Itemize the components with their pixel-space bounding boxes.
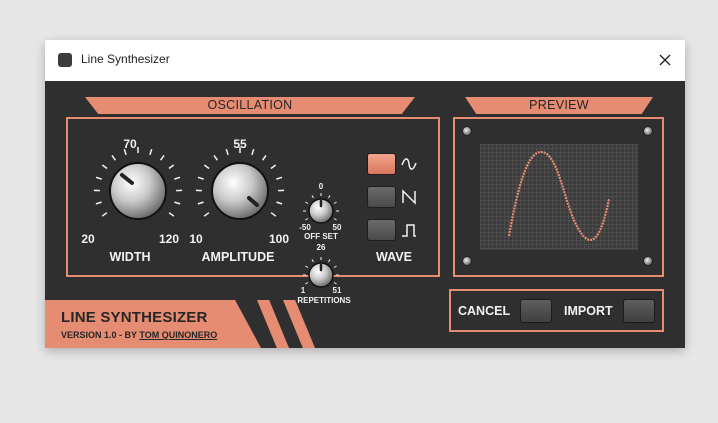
brand-plate: LINE SYNTHESIZER VERSION 1.0 - BY TOM QU… [45, 300, 261, 348]
amplitude-knob[interactable] [185, 137, 295, 247]
window-title: Line Synthesizer [81, 52, 170, 66]
title-bar: Line Synthesizer [45, 40, 685, 81]
app-name: LINE SYNTHESIZER [61, 309, 208, 326]
offset-min-value: -50 [299, 223, 311, 232]
repetitions-label: REPETITIONS [297, 296, 351, 305]
oscillation-banner: OSCILLATION [85, 97, 415, 114]
app-icon [58, 53, 72, 67]
import-button[interactable] [623, 299, 655, 323]
synth-body: OSCILLATION PREVIEW 70 20 120 WIDTH 55 1… [45, 81, 685, 348]
amplitude-mid-value: 55 [233, 137, 247, 151]
waveform-preview [480, 144, 638, 250]
synth-window: Line Synthesizer OSCILLATION PREVIEW 70 … [45, 40, 685, 348]
cancel-label: CANCEL [458, 304, 511, 318]
version-prefix: VERSION 1.0 - BY [61, 330, 140, 340]
close-icon [659, 54, 671, 66]
width-mid-value: 70 [123, 137, 137, 151]
sawtooth-wave-icon [402, 189, 416, 205]
width-label: WIDTH [109, 250, 151, 264]
width-min-value: 20 [81, 232, 95, 246]
repetitions-max-value: 51 [332, 286, 342, 295]
sine-wave-icon [401, 158, 417, 170]
square-wave-icon [402, 224, 416, 237]
wave-sine-button[interactable] [367, 153, 396, 175]
offset-max-value: 50 [332, 223, 342, 232]
version-text: VERSION 1.0 - BY TOM QUINONERO [61, 330, 217, 340]
wave-sawtooth-button[interactable] [367, 186, 396, 208]
amplitude-label: AMPLITUDE [201, 250, 275, 264]
offset-mid-value: 0 [318, 182, 324, 191]
repetitions-min-value: 1 [300, 286, 306, 295]
screw-icon [643, 256, 653, 266]
wave-label: WAVE [376, 250, 412, 264]
import-label: IMPORT [564, 304, 613, 318]
screw-icon [462, 256, 472, 266]
close-button[interactable] [653, 48, 677, 72]
author-link[interactable]: TOM QUINONERO [139, 330, 217, 340]
brand-stripe [257, 300, 289, 348]
cancel-button[interactable] [520, 299, 552, 323]
screw-icon [462, 126, 472, 136]
repetitions-mid-value: 26 [316, 243, 326, 252]
offset-label: OFF SET [304, 232, 338, 241]
width-max-value: 120 [158, 232, 180, 246]
amplitude-max-value: 100 [268, 232, 290, 246]
brand-stripe [283, 300, 315, 348]
preview-banner: PREVIEW [465, 97, 653, 114]
width-knob[interactable] [83, 137, 193, 247]
wave-square-button[interactable] [367, 219, 396, 241]
amplitude-min-value: 10 [189, 232, 203, 246]
screw-icon [643, 126, 653, 136]
